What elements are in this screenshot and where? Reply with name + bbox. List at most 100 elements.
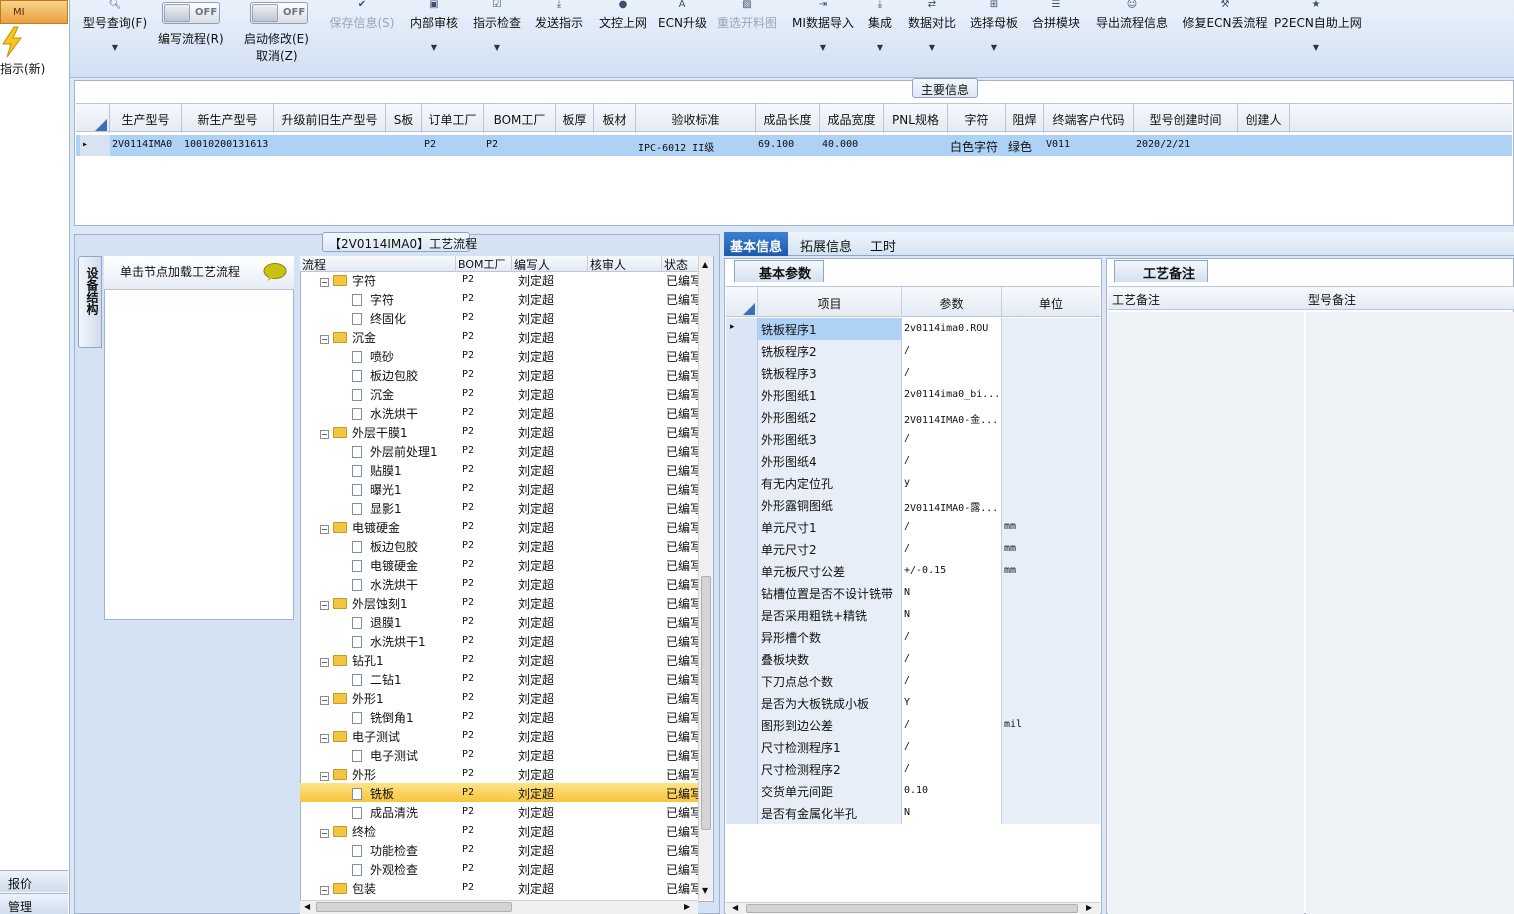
send-instruction-button[interactable]: ⤓ 发送指示 (533, 0, 585, 31)
param-row[interactable]: ▸ 铣板程序1 2v0114ima0.ROU (726, 318, 1100, 340)
collapse-icon[interactable]: − (320, 734, 329, 743)
tree-row[interactable]: − 沉金 P2 刘定超 已编写 (300, 327, 698, 346)
param-row[interactable]: 有无内定位孔 y (726, 472, 1100, 494)
param-row[interactable]: 下刀点总个数 / (726, 670, 1100, 692)
tree-row[interactable]: − 电镀硬金 P2 刘定超 已编写 (300, 517, 698, 536)
param-row[interactable]: 外形图纸2 2V0114IMA0-金... (726, 406, 1100, 428)
row-indicator[interactable] (726, 670, 758, 692)
param-row[interactable]: 钻槽位置是否不设计铣带 N (726, 582, 1100, 604)
row-indicator[interactable] (726, 428, 758, 450)
param-row[interactable]: 是否为大板铣成小板 Y (726, 692, 1100, 714)
row-indicator[interactable] (726, 714, 758, 736)
cell-bom-factory[interactable]: P2 (484, 135, 556, 156)
chevron-down-icon[interactable]: ▼ (968, 43, 1020, 52)
tree-row[interactable]: − 外形 P2 刘定超 已编写 (300, 764, 698, 783)
cell-order-factory[interactable]: P2 (422, 135, 484, 156)
cell-s-board[interactable] (386, 135, 422, 156)
col-header[interactable]: 项目 (758, 287, 902, 317)
param-row[interactable]: 外形图纸1 2v0114ima0_bi... (726, 384, 1100, 406)
tree-row[interactable]: 外观检查 P2 刘定超 已编写 (300, 859, 698, 878)
param-row[interactable]: 尺寸检测程序1/ (726, 736, 1100, 758)
collapse-icon[interactable]: − (320, 829, 329, 838)
cell-prod-model[interactable]: 2V0114IMA0 (110, 135, 182, 156)
tab-process-remark[interactable]: 工艺备注 (1114, 260, 1208, 282)
col-header[interactable]: 板材 (594, 104, 636, 133)
row-indicator[interactable] (726, 362, 758, 384)
chevron-down-icon[interactable]: ▼ (408, 43, 460, 52)
collapse-icon[interactable]: − (320, 601, 329, 610)
tree-row[interactable]: 铣板 P2 刘定超 已编写 (300, 783, 698, 802)
row-indicator[interactable] (726, 494, 758, 516)
nav-item-quote[interactable]: 报价 (0, 870, 68, 892)
col-header[interactable]: 订单工厂 (422, 104, 484, 133)
tree-row[interactable]: 字符 P2 刘定超 已编写 (300, 289, 698, 308)
reselect-cut-chart-button[interactable]: ▨ 重选开料图 (716, 0, 778, 31)
row-indicator[interactable] (726, 626, 758, 648)
cell-thickness[interactable] (556, 135, 594, 156)
tree-row[interactable]: − 外形1 P2 刘定超 已编写 (300, 688, 698, 707)
row-indicator[interactable] (726, 692, 758, 714)
instruction-check-button[interactable]: ☑ 指示检查 ▼ (471, 0, 523, 52)
tree-row[interactable]: − 终检 P2 刘定超 已编写 (300, 821, 698, 840)
param-value[interactable]: Y (902, 692, 1002, 714)
param-row[interactable]: 图形到边公差 / mil (726, 714, 1100, 736)
cell-silkscreen[interactable]: 白色字符 (948, 135, 1006, 156)
param-value[interactable]: / (902, 340, 1002, 362)
tree-row[interactable]: − 电子测试 P2 刘定超 已编写 (300, 726, 698, 745)
param-value[interactable]: / (902, 714, 1002, 736)
merge-module-button[interactable]: ☰ 合拼模块 (1030, 0, 1082, 31)
tree-row[interactable]: 板边包胶 P2 刘定超 已编写 (300, 365, 698, 384)
cell-width[interactable]: 40.000 (820, 135, 884, 156)
param-row[interactable]: 外形图纸3/ (726, 428, 1100, 450)
tab-extended-info[interactable]: 拓展信息 (794, 232, 858, 256)
param-value[interactable]: +/-0.15 (902, 560, 1002, 582)
select-all-corner[interactable] (726, 287, 758, 317)
tree-row[interactable]: 铣倒角1 P2 刘定超 已编写 (300, 707, 698, 726)
param-row[interactable]: 交货单元间距 0.10 (726, 780, 1100, 802)
param-value[interactable]: / (902, 626, 1002, 648)
cell-solder-mask[interactable]: 绿色 (1006, 135, 1044, 156)
collapse-icon[interactable]: − (320, 430, 329, 439)
query-button[interactable]: 🔍︎ 型号查询(F) ▼ (82, 0, 148, 52)
tree-row[interactable]: 功能检查 P2 刘定超 已编写 (300, 840, 698, 859)
col-header[interactable]: PNL规格 (884, 104, 948, 133)
param-row[interactable]: 单元尺寸1/mm (726, 516, 1100, 538)
col-header[interactable]: 参数 (902, 287, 1002, 317)
row-indicator[interactable] (726, 560, 758, 582)
chevron-down-icon[interactable]: ▼ (906, 43, 958, 52)
scroll-thumb[interactable] (701, 576, 711, 830)
param-row[interactable]: 单元尺寸2/mm (726, 538, 1100, 560)
tree-row[interactable]: 二钻1 P2 刘定超 已编写 (300, 669, 698, 688)
col-header[interactable]: 板厚 (556, 104, 594, 133)
param-row[interactable]: 单元板尺寸公差 +/-0.15 mm (726, 560, 1100, 582)
export-flow-button[interactable]: ☺ 导出流程信息 (1094, 0, 1170, 31)
param-value[interactable]: 2V0114IMA0-金... (902, 406, 1002, 428)
row-indicator[interactable] (726, 648, 758, 670)
table-row[interactable]: ▸ 2V0114IMA0 10010200131613 P2 P2 IPC-60… (76, 135, 1512, 156)
tree-row[interactable]: 终固化 P2 刘定超 已编写 (300, 308, 698, 327)
row-indicator[interactable] (726, 802, 758, 824)
doc-control-online-button[interactable]: ● 文控上网 (597, 0, 649, 31)
tree-row[interactable]: 显影1 P2 刘定超 已编写 (300, 498, 698, 517)
param-row[interactable]: 铣板程序2/ (726, 340, 1100, 362)
tree-vertical-scrollbar[interactable]: ▲ ▼ (698, 256, 713, 900)
cell-created[interactable]: 2020/2/21 (1134, 135, 1238, 156)
row-indicator[interactable] (726, 604, 758, 626)
collapse-icon[interactable]: − (320, 772, 329, 781)
col-header[interactable]: 生产型号 (110, 104, 182, 133)
collapse-icon[interactable]: − (320, 278, 329, 287)
tree-row[interactable]: 曝光1 P2 刘定超 已编写 (300, 479, 698, 498)
col-header[interactable]: BOM工厂 (484, 104, 556, 133)
col-header[interactable]: 单位 (1002, 287, 1100, 317)
param-value[interactable]: / (902, 758, 1002, 780)
row-indicator[interactable] (726, 758, 758, 780)
tree-row[interactable]: 贴膜1 P2 刘定超 已编写 (300, 460, 698, 479)
scroll-down-icon[interactable]: ▼ (702, 886, 708, 895)
param-row[interactable]: 是否有金属化半孔 N (726, 802, 1100, 824)
save-info-button[interactable]: ✔ 保存信息(S) (328, 0, 396, 31)
col-header[interactable]: 阻焊 (1006, 104, 1044, 133)
ecn-upgrade-button[interactable]: A ECN升级 (658, 0, 707, 31)
row-indicator[interactable] (726, 406, 758, 428)
tree-row[interactable]: 水洗烘干 P2 刘定超 已编写 (300, 403, 698, 422)
cell-length[interactable]: 69.100 (756, 135, 820, 156)
